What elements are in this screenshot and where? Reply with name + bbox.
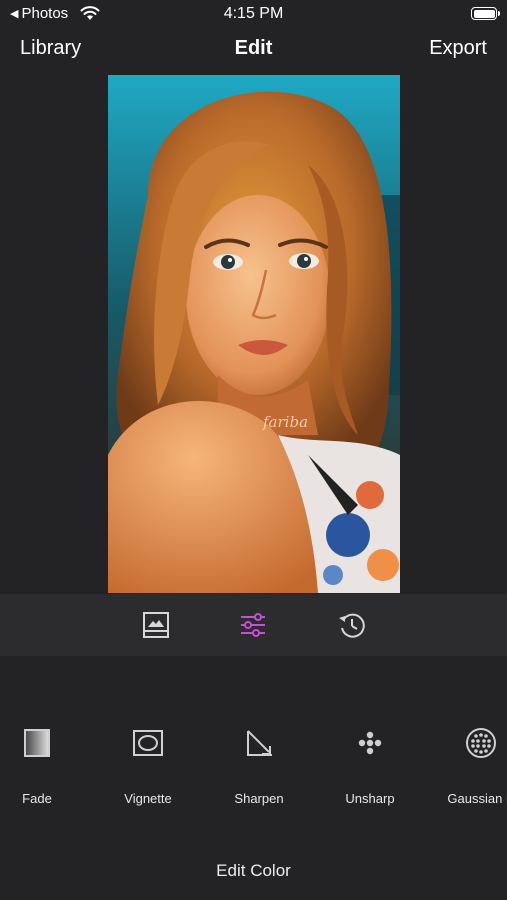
filter-vignette[interactable]: Vignette	[98, 715, 198, 815]
photo-preview[interactable]: fariba	[108, 75, 400, 593]
unsharp-icon	[358, 731, 382, 755]
filter-unsharp[interactable]: Unsharp	[320, 715, 420, 815]
status-time: 4:15 PM	[223, 5, 284, 22]
section-title: Edit Color	[216, 861, 291, 880]
filter-gaussian-blur[interactable]: Gaussian B	[431, 715, 507, 815]
filter-label: Sharpen	[234, 791, 284, 806]
filter-label: Gaussian B	[447, 791, 507, 806]
history-icon[interactable]	[337, 610, 367, 640]
sliders-icon[interactable]	[238, 610, 268, 640]
image-icon[interactable]	[141, 610, 171, 640]
vignette-icon	[133, 730, 163, 756]
library-button[interactable]: Library	[20, 37, 81, 60]
photo-watermark: fariba	[262, 413, 308, 431]
filter-label: Fade	[22, 791, 52, 806]
gaussian-blur-icon	[466, 728, 496, 758]
filter-label: Unsharp	[345, 791, 395, 806]
filter-strip: Fade Vignette Sharpen Unsharp Gaussian	[0, 715, 507, 820]
export-button[interactable]: Export	[429, 37, 487, 60]
portrait-image: fariba	[108, 75, 400, 593]
edit-toolbar	[0, 594, 507, 656]
filter-sharpen[interactable]: Sharpen	[209, 715, 309, 815]
status-bar: ◀ Photos 4:15 PM	[0, 0, 507, 28]
sharpen-icon	[247, 730, 272, 756]
filter-fade[interactable]: Fade	[0, 715, 87, 815]
battery-icon	[471, 7, 500, 20]
filter-label: Vignette	[124, 791, 172, 806]
fade-icon	[24, 729, 50, 757]
nav-bar: Library Edit Export	[0, 30, 507, 70]
